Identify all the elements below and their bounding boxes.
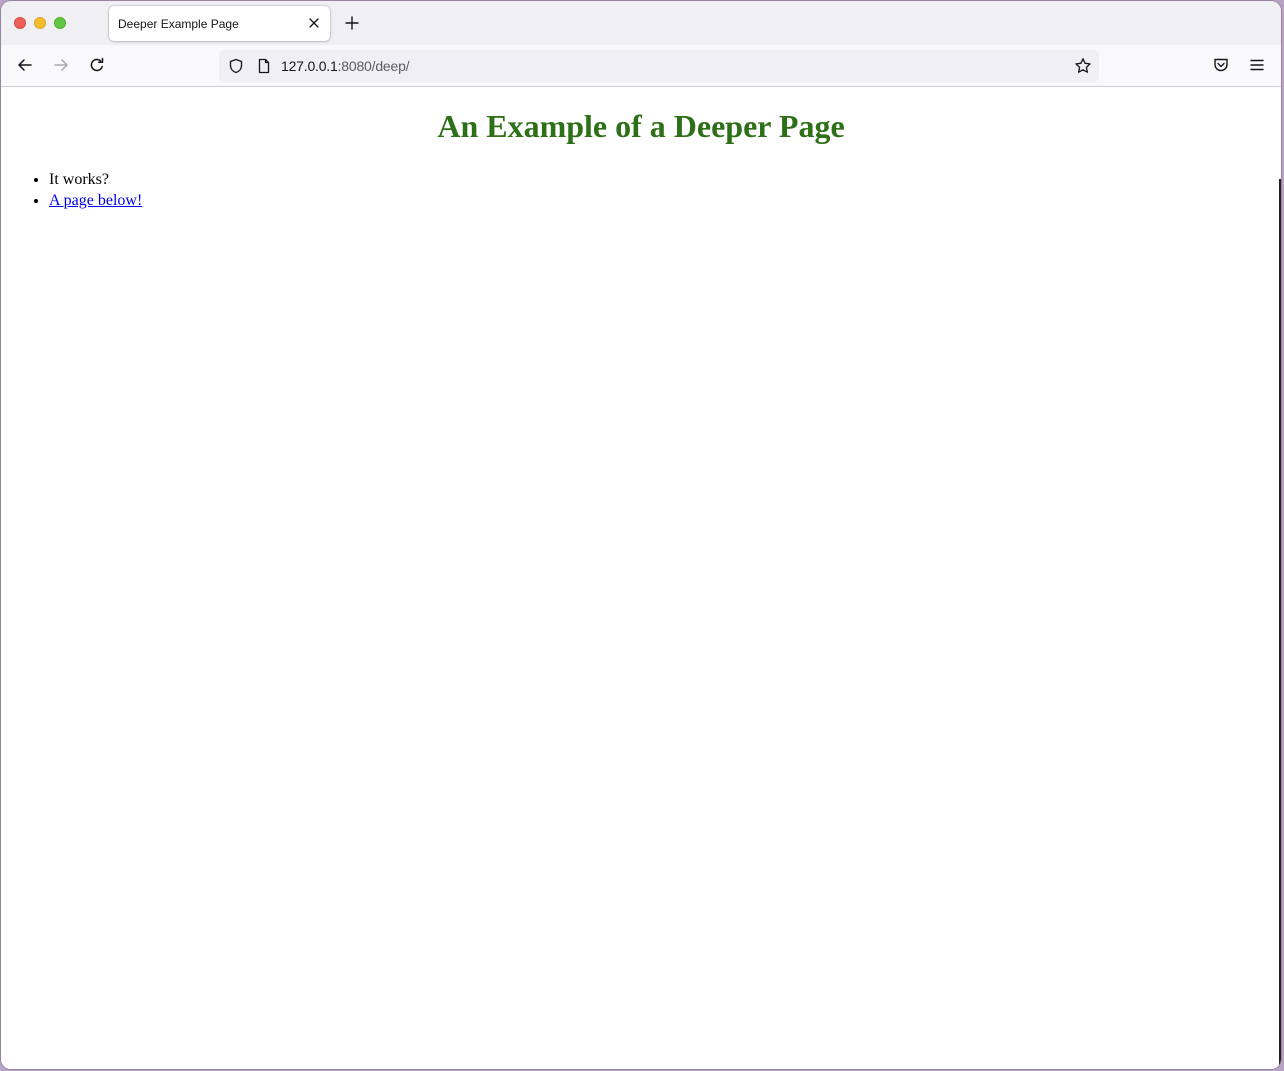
arrow-right-icon[interactable] bbox=[52, 56, 70, 74]
window-close-button[interactable] bbox=[14, 17, 26, 29]
reload-icon[interactable] bbox=[88, 56, 106, 74]
page-icon[interactable] bbox=[256, 58, 272, 74]
url-host: 127.0.0.1 bbox=[281, 58, 338, 74]
pocket-icon[interactable] bbox=[1212, 56, 1230, 74]
list-item-text: It works? bbox=[49, 171, 109, 188]
url-path: :8080/deep/ bbox=[337, 58, 410, 74]
browser-window: Deeper Example Page 127.0.0.1:8080/deep/… bbox=[1, 1, 1281, 1069]
window-edge bbox=[1279, 179, 1281, 1069]
tab-bar: Deeper Example Page bbox=[1, 1, 1281, 45]
page-list: It works? A page below! bbox=[9, 169, 142, 211]
page-content: An Example of a Deeper Page It works? A … bbox=[1, 87, 1281, 1069]
list-item: A page below! bbox=[49, 190, 142, 211]
page-below-link[interactable]: A page below! bbox=[49, 192, 142, 209]
shield-icon[interactable] bbox=[228, 58, 244, 74]
window-maximize-button[interactable] bbox=[54, 17, 66, 29]
tab-deeper-example-page[interactable]: Deeper Example Page bbox=[109, 6, 330, 41]
list-item: It works? bbox=[49, 169, 142, 190]
address-bar[interactable]: 127.0.0.1:8080/deep/ bbox=[219, 50, 1099, 82]
url-text[interactable]: 127.0.0.1:8080/deep/ bbox=[281, 58, 410, 74]
star-icon[interactable] bbox=[1074, 57, 1092, 75]
arrow-left-icon[interactable] bbox=[16, 56, 34, 74]
window-minimize-button[interactable] bbox=[34, 17, 46, 29]
plus-icon[interactable] bbox=[343, 14, 361, 32]
tab-title: Deeper Example Page bbox=[118, 17, 239, 31]
navigation-toolbar: 127.0.0.1:8080/deep/ bbox=[1, 45, 1281, 87]
close-icon[interactable] bbox=[306, 15, 322, 31]
page-heading: An Example of a Deeper Page bbox=[437, 108, 845, 144]
hamburger-menu-icon[interactable] bbox=[1248, 56, 1266, 74]
